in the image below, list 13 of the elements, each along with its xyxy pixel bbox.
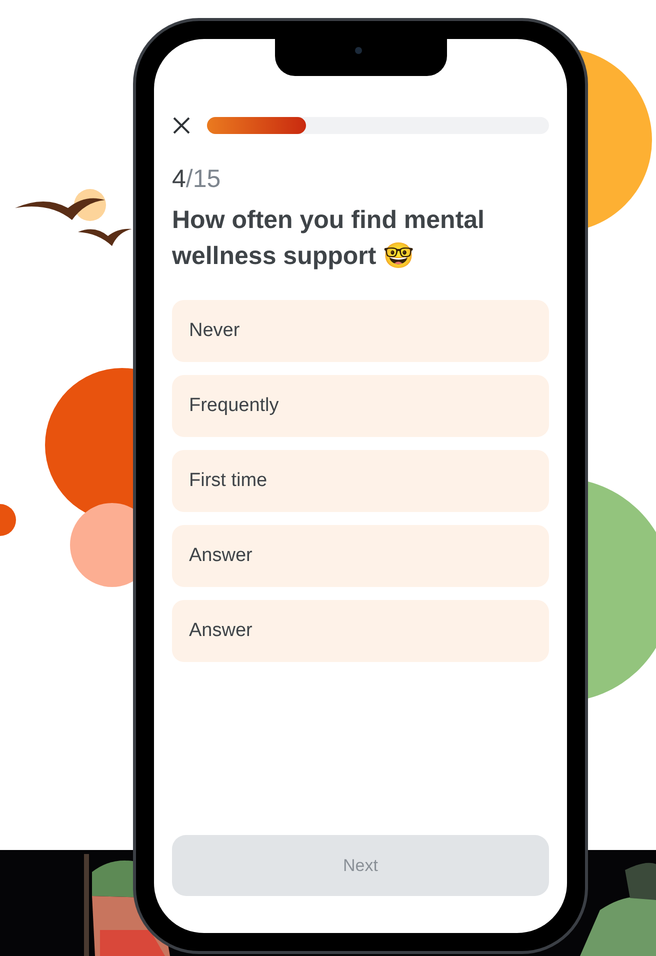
step-total: /15 <box>186 164 221 194</box>
answer-option[interactable]: Answer <box>172 525 549 587</box>
step-current: 4 <box>172 164 186 194</box>
answer-option[interactable]: Answer <box>172 600 549 662</box>
close-icon <box>172 116 191 134</box>
question-text: How often you find mental wellness support 🤓 <box>172 205 486 272</box>
camera-icon <box>354 47 362 54</box>
answer-option[interactable]: First time <box>172 450 549 512</box>
bird-icon <box>15 198 105 220</box>
bird-icon <box>78 228 132 246</box>
close-button[interactable] <box>172 116 191 134</box>
answer-option[interactable]: Frequently <box>172 375 549 437</box>
answer-option[interactable]: Never <box>172 300 549 362</box>
